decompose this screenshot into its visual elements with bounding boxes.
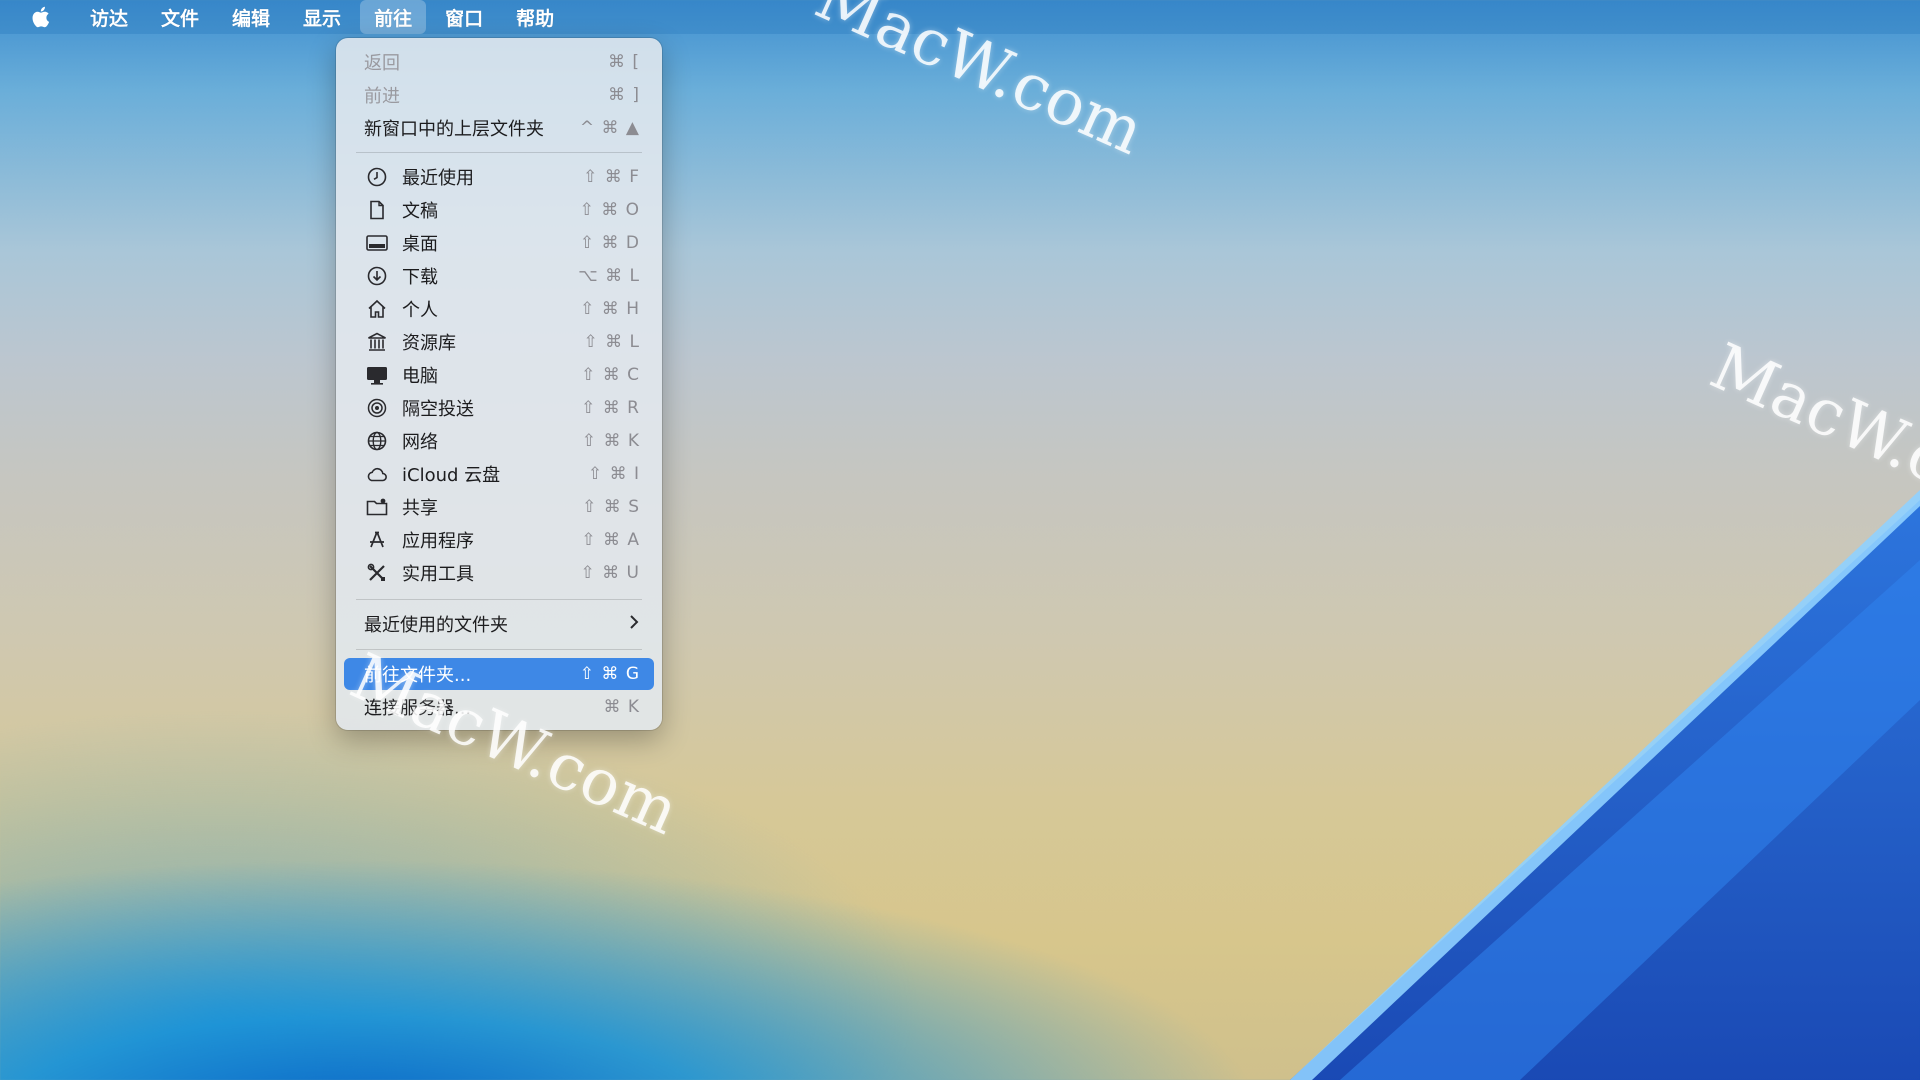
menubar-window[interactable]: 窗口 — [431, 0, 497, 34]
menu-item-label: 新窗口中的上层文件夹 — [364, 119, 544, 140]
menu-separator — [356, 649, 642, 650]
download-icon — [364, 265, 390, 287]
shortcut-label: ⇧ ⌘ C — [581, 365, 640, 385]
menu-item-label: 实用工具 — [402, 564, 474, 585]
menu-item-computer[interactable]: 电脑 ⇧ ⌘ C — [344, 359, 654, 391]
menu-separator — [356, 599, 642, 600]
library-icon — [364, 331, 390, 353]
go-menu: 返回 ⌘ [ 前进 ⌘ ] 新窗口中的上层文件夹 ^ ⌘ ▲ 最近使用 ⇧ ⌘ … — [336, 38, 662, 730]
chevron-right-icon — [628, 614, 640, 635]
menu-item-label: 下载 — [402, 267, 438, 288]
menu-item-label: 隔空投送 — [402, 399, 474, 420]
menu-item-home[interactable]: 个人 ⇧ ⌘ H — [344, 293, 654, 325]
menu-item-enclosing-folder[interactable]: 新窗口中的上层文件夹 ^ ⌘ ▲ — [344, 112, 654, 144]
shortcut-label: ⇧ ⌘ D — [579, 233, 640, 253]
shortcut-label: ⇧ ⌘ I — [587, 464, 640, 484]
menu-item-documents[interactable]: 文稿 ⇧ ⌘ O — [344, 194, 654, 226]
watermark: MacW.com — [1699, 330, 1920, 540]
menu-item-airdrop[interactable]: 隔空投送 ⇧ ⌘ R — [344, 392, 654, 424]
network-globe-icon — [364, 430, 390, 452]
menu-item-icloud-drive[interactable]: iCloud 云盘 ⇧ ⌘ I — [344, 458, 654, 490]
menu-item-label: 桌面 — [402, 234, 438, 255]
document-icon — [364, 199, 390, 221]
shortcut-label: ⇧ ⌘ S — [582, 497, 640, 517]
shortcut-label: ⌘ K — [603, 697, 640, 717]
menu-item-network[interactable]: 网络 ⇧ ⌘ K — [344, 425, 654, 457]
wallpaper — [1290, 490, 1920, 1080]
menu-item-applications[interactable]: 应用程序 ⇧ ⌘ A — [344, 524, 654, 556]
menubar-file[interactable]: 文件 — [147, 0, 213, 34]
menu-item-label: 文稿 — [402, 201, 438, 222]
menu-item-back[interactable]: 返回 ⌘ [ — [344, 46, 654, 78]
shortcut-label: ⇧ ⌘ L — [583, 332, 640, 352]
clock-icon — [364, 166, 390, 188]
shortcut-label: ⇧ ⌘ H — [580, 299, 640, 319]
menu-item-desktop[interactable]: 桌面 ⇧ ⌘ D — [344, 227, 654, 259]
shortcut-label: ⌥ ⌘ L — [578, 266, 640, 286]
shortcut-label: ⌘ ] — [607, 85, 640, 105]
airdrop-icon — [364, 397, 390, 419]
menu-item-shared[interactable]: 共享 ⇧ ⌘ S — [344, 491, 654, 523]
menu-separator — [356, 152, 642, 153]
menu-item-label: 资源库 — [402, 333, 456, 354]
shortcut-label: ⇧ ⌘ R — [581, 398, 640, 418]
menu-item-label: 个人 — [402, 300, 438, 321]
menubar-edit[interactable]: 编辑 — [218, 0, 284, 34]
menu-item-label: 最近使用 — [402, 168, 474, 189]
menu-item-label: 最近使用的文件夹 — [364, 615, 508, 636]
apple-logo-icon[interactable] — [20, 0, 60, 34]
menubar-help[interactable]: 帮助 — [502, 0, 568, 34]
desktop-icon — [364, 232, 390, 254]
menu-item-recent-folders[interactable]: 最近使用的文件夹 — [344, 608, 654, 640]
computer-icon — [364, 364, 390, 386]
menubar-view[interactable]: 显示 — [289, 0, 355, 34]
home-icon — [364, 298, 390, 320]
shortcut-label: ⇧ ⌘ G — [579, 664, 640, 684]
menu-item-forward[interactable]: 前进 ⌘ ] — [344, 79, 654, 111]
menu-item-library[interactable]: 资源库 ⇧ ⌘ L — [344, 326, 654, 358]
menu-item-label: 共享 — [402, 498, 438, 519]
menu-item-recents[interactable]: 最近使用 ⇧ ⌘ F — [344, 161, 654, 193]
utilities-tools-icon — [364, 562, 390, 584]
menu-item-label: 前进 — [364, 86, 400, 107]
shortcut-label: ⌘ [ — [607, 52, 640, 72]
applications-icon — [364, 529, 390, 551]
menu-item-label: 应用程序 — [402, 531, 474, 552]
menu-item-label: 网络 — [402, 432, 438, 453]
menu-item-downloads[interactable]: 下载 ⌥ ⌘ L — [344, 260, 654, 292]
menu-item-label: 返回 — [364, 53, 400, 74]
shared-folder-icon — [364, 496, 390, 518]
shortcut-label: ⇧ ⌘ K — [581, 431, 640, 451]
shortcut-label: ⇧ ⌘ O — [579, 200, 640, 220]
menu-item-label: iCloud 云盘 — [402, 465, 501, 486]
menu-item-label: 电脑 — [402, 366, 438, 387]
shortcut-label: ⇧ ⌘ F — [583, 167, 640, 187]
menubar-go[interactable]: 前往 — [360, 0, 427, 34]
menubar-finder[interactable]: 访达 — [76, 0, 142, 34]
shortcut-label: ⇧ ⌘ A — [581, 530, 640, 550]
shortcut-label: ⇧ ⌘ U — [580, 563, 640, 583]
icloud-icon — [364, 463, 390, 485]
shortcut-label: ^ ⌘ ▲ — [579, 118, 640, 138]
menu-item-utilities[interactable]: 实用工具 ⇧ ⌘ U — [344, 557, 654, 589]
